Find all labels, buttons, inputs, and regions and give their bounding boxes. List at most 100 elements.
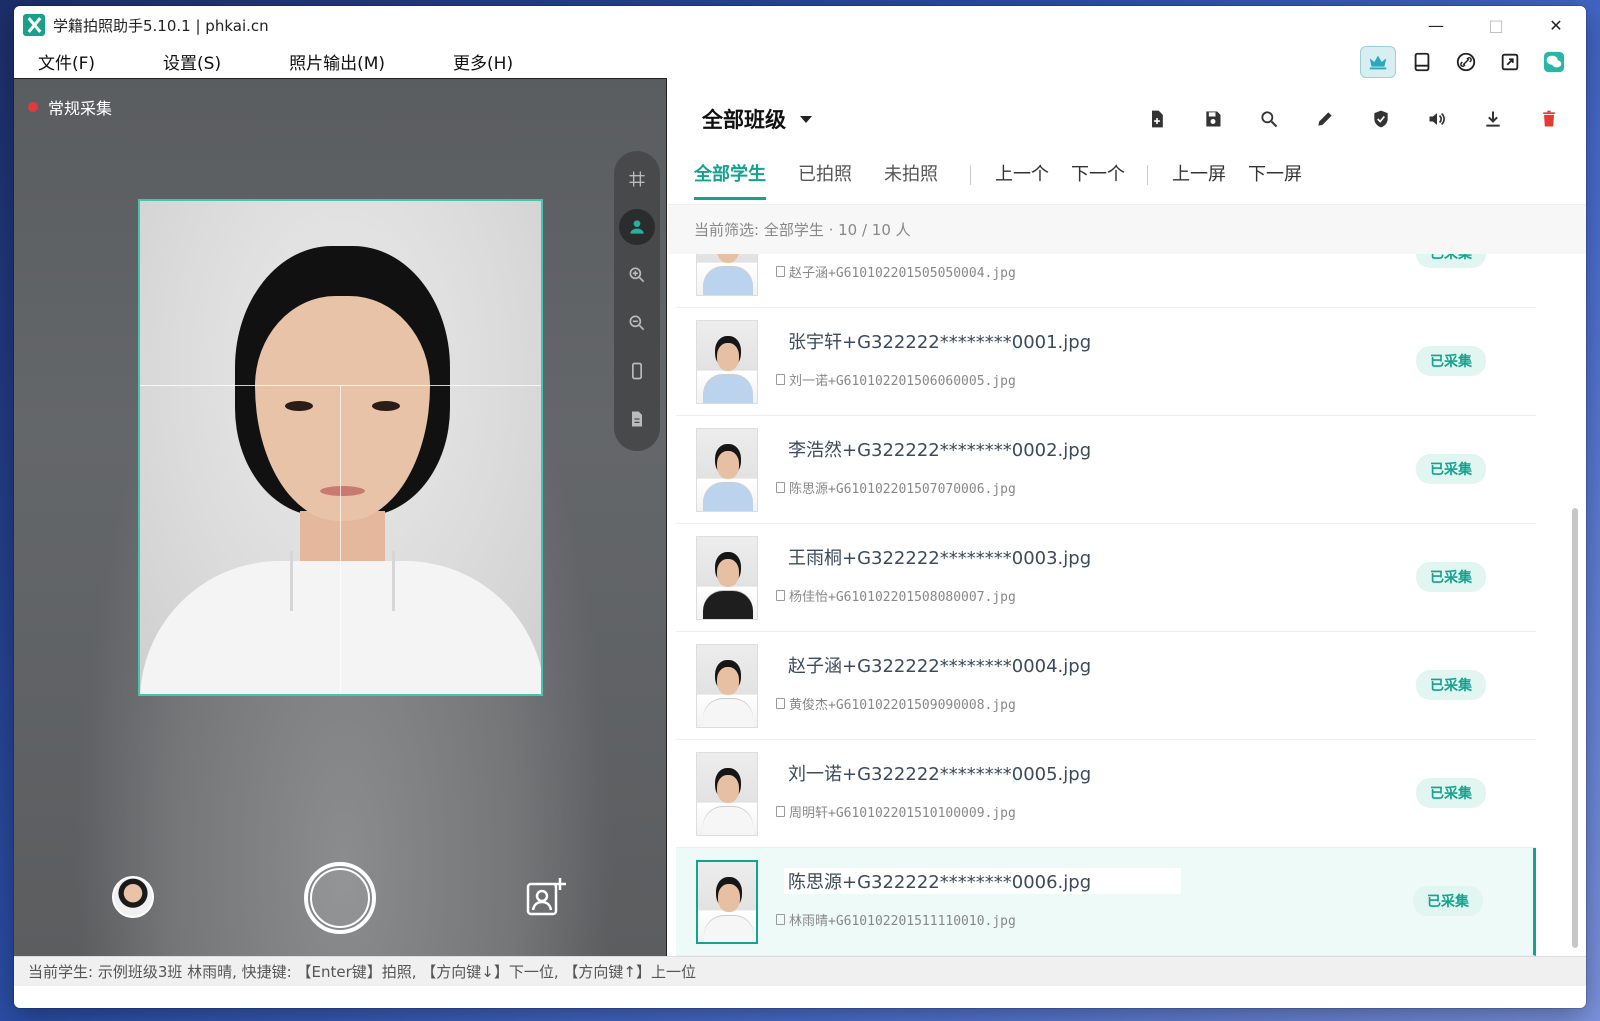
student-photo bbox=[696, 752, 758, 836]
list-item[interactable]: 王雨桐+G322222********0003.jpg 杨佳怡+G6101022… bbox=[676, 524, 1536, 632]
file-name: 王雨桐+G322222********0003.jpg bbox=[784, 544, 1096, 570]
speaker-icon[interactable] bbox=[1420, 102, 1454, 136]
grid-icon[interactable] bbox=[619, 161, 655, 197]
class-dropdown[interactable]: 全部班级 bbox=[702, 104, 812, 134]
chevron-down-icon bbox=[800, 115, 812, 123]
title-bar[interactable]: 学籍拍照助手5.10.1 | phkai.cn — □ ✕ bbox=[14, 6, 1586, 44]
file-icon bbox=[776, 266, 785, 277]
file-name: 张宇轩+G322222********0001.jpg bbox=[784, 328, 1096, 354]
file-name: 陈思源+G322222********0006.jpg bbox=[784, 868, 1182, 894]
prev-button[interactable]: 上一个 bbox=[995, 156, 1049, 200]
menu-settings[interactable]: 设置(S) bbox=[139, 49, 245, 74]
top-toolbar bbox=[1360, 46, 1572, 78]
menu-bar: 文件(F) 设置(S) 照片输出(M) 更多(H) bbox=[14, 44, 1586, 78]
status-badge: 已采集 bbox=[1416, 346, 1486, 376]
zoom-in-icon[interactable] bbox=[619, 257, 655, 293]
app-window: 学籍拍照助手5.10.1 | phkai.cn — □ ✕ 文件(F) 设置(S… bbox=[14, 6, 1586, 1008]
tab-photographed[interactable]: 已拍照 bbox=[798, 156, 852, 200]
subject-eye-right bbox=[372, 401, 400, 411]
student-photo bbox=[696, 644, 758, 728]
student-photo bbox=[696, 536, 758, 620]
file-icon bbox=[776, 374, 785, 385]
student-panel: 全部班级 全部学生 已拍照 未拍照 上一个 下一个 上一屏 下一屏 当前筛选: … bbox=[668, 78, 1586, 956]
search-icon[interactable] bbox=[1252, 102, 1286, 136]
menu-file[interactable]: 文件(F) bbox=[14, 49, 119, 74]
source-file: 黄俊杰+G610102201509090008.jpg bbox=[776, 694, 1016, 713]
document-icon[interactable] bbox=[619, 401, 655, 437]
list-item[interactable]: 张宇轩+G322222********0001.jpg 刘一诺+G6101022… bbox=[676, 308, 1536, 416]
student-photo bbox=[696, 428, 758, 512]
shutter-button[interactable] bbox=[304, 862, 376, 934]
status-badge: 已采集 bbox=[1416, 254, 1486, 268]
window-title: 学籍拍照助手5.10.1 | phkai.cn bbox=[53, 16, 269, 35]
student-list[interactable]: 赵子涵+G610102201505050004.jpg 已采集 张宇轩+G322… bbox=[676, 254, 1540, 956]
subject-eye-left bbox=[285, 401, 313, 411]
status-bar: 当前学生: 示例班级3班 林雨晴, 快捷键: 【Enter键】拍照, 【方向键↓… bbox=[14, 956, 1586, 986]
capture-mode: 常规采集 bbox=[28, 95, 112, 119]
wechat-icon[interactable] bbox=[1536, 46, 1572, 78]
list-item-selected[interactable]: 陈思源+G322222********0006.jpg 林雨晴+G6101022… bbox=[676, 848, 1536, 956]
list-scrollbar[interactable] bbox=[1572, 508, 1578, 948]
source-file: 赵子涵+G610102201505050004.jpg bbox=[776, 262, 1016, 281]
action-toolbar bbox=[1140, 102, 1566, 136]
prev-page-button[interactable]: 上一屏 bbox=[1172, 156, 1226, 200]
class-dropdown-label: 全部班级 bbox=[702, 108, 786, 132]
list-item[interactable]: 刘一诺+G322222********0005.jpg 周明轩+G6101022… bbox=[676, 740, 1536, 848]
tab-not-photographed[interactable]: 未拍照 bbox=[884, 156, 938, 200]
tab-divider bbox=[970, 165, 971, 185]
menu-more[interactable]: 更多(H) bbox=[429, 49, 537, 74]
list-item[interactable]: 赵子涵+G322222********0004.jpg 黄俊杰+G6101022… bbox=[676, 632, 1536, 740]
current-student-avatar[interactable] bbox=[112, 876, 154, 918]
list-item[interactable]: 李浩然+G322222********0002.jpg 陈思源+G6101022… bbox=[676, 416, 1536, 524]
status-badge: 已采集 bbox=[1416, 778, 1486, 808]
file-icon bbox=[776, 590, 785, 601]
person-icon[interactable] bbox=[619, 209, 655, 245]
file-icon bbox=[776, 698, 785, 709]
camera-preview[interactable]: 常规采集 bbox=[14, 78, 667, 956]
status-badge: 已采集 bbox=[1413, 886, 1483, 916]
source-file: 刘一诺+G610102201506060005.jpg bbox=[776, 370, 1016, 389]
export-icon[interactable] bbox=[1492, 46, 1528, 78]
student-photo bbox=[696, 860, 758, 944]
tab-all-students[interactable]: 全部学生 bbox=[694, 156, 766, 200]
status-badge: 已采集 bbox=[1416, 670, 1486, 700]
student-photo bbox=[696, 254, 758, 296]
recording-dot-icon bbox=[28, 102, 38, 112]
next-page-button[interactable]: 下一屏 bbox=[1248, 156, 1302, 200]
phone-icon[interactable] bbox=[619, 353, 655, 389]
file-icon bbox=[776, 482, 785, 493]
list-item[interactable]: 赵子涵+G610102201505050004.jpg 已采集 bbox=[676, 254, 1536, 308]
add-portrait-icon[interactable] bbox=[524, 876, 568, 920]
student-photo bbox=[696, 320, 758, 404]
menu-photo-output[interactable]: 照片输出(M) bbox=[265, 49, 409, 74]
maximize-button[interactable]: □ bbox=[1466, 6, 1526, 44]
close-button[interactable]: ✕ bbox=[1526, 6, 1586, 44]
minimize-button[interactable]: — bbox=[1406, 6, 1466, 44]
download-icon[interactable] bbox=[1476, 102, 1510, 136]
tablet-icon[interactable] bbox=[1404, 46, 1440, 78]
capture-mode-label: 常规采集 bbox=[48, 99, 113, 118]
nav-divider bbox=[1147, 165, 1148, 185]
filter-status: 当前筛选: 全部学生 · 10 / 10 人 bbox=[668, 204, 1586, 254]
subject-collar bbox=[290, 551, 395, 611]
save-icon[interactable] bbox=[1196, 102, 1230, 136]
crown-icon[interactable] bbox=[1360, 46, 1396, 78]
delete-icon[interactable] bbox=[1532, 102, 1566, 136]
source-file: 陈思源+G610102201507070006.jpg bbox=[776, 478, 1016, 497]
next-button[interactable]: 下一个 bbox=[1071, 156, 1125, 200]
center-guide-line bbox=[340, 385, 341, 694]
link-icon[interactable] bbox=[1448, 46, 1484, 78]
source-file: 杨佳怡+G610102201508080007.jpg bbox=[776, 586, 1016, 605]
shield-icon[interactable] bbox=[1364, 102, 1398, 136]
status-badge: 已采集 bbox=[1416, 454, 1486, 484]
crop-frame[interactable] bbox=[138, 199, 543, 696]
file-icon bbox=[776, 914, 785, 925]
zoom-out-icon[interactable] bbox=[619, 305, 655, 341]
add-file-icon[interactable] bbox=[1140, 102, 1174, 136]
source-file: 周明轩+G610102201510100009.jpg bbox=[776, 802, 1016, 821]
camera-toolbar bbox=[614, 151, 660, 451]
file-icon bbox=[776, 806, 785, 817]
file-name: 李浩然+G322222********0002.jpg bbox=[784, 436, 1096, 462]
edit-icon[interactable] bbox=[1308, 102, 1342, 136]
app-logo-icon bbox=[23, 14, 45, 36]
